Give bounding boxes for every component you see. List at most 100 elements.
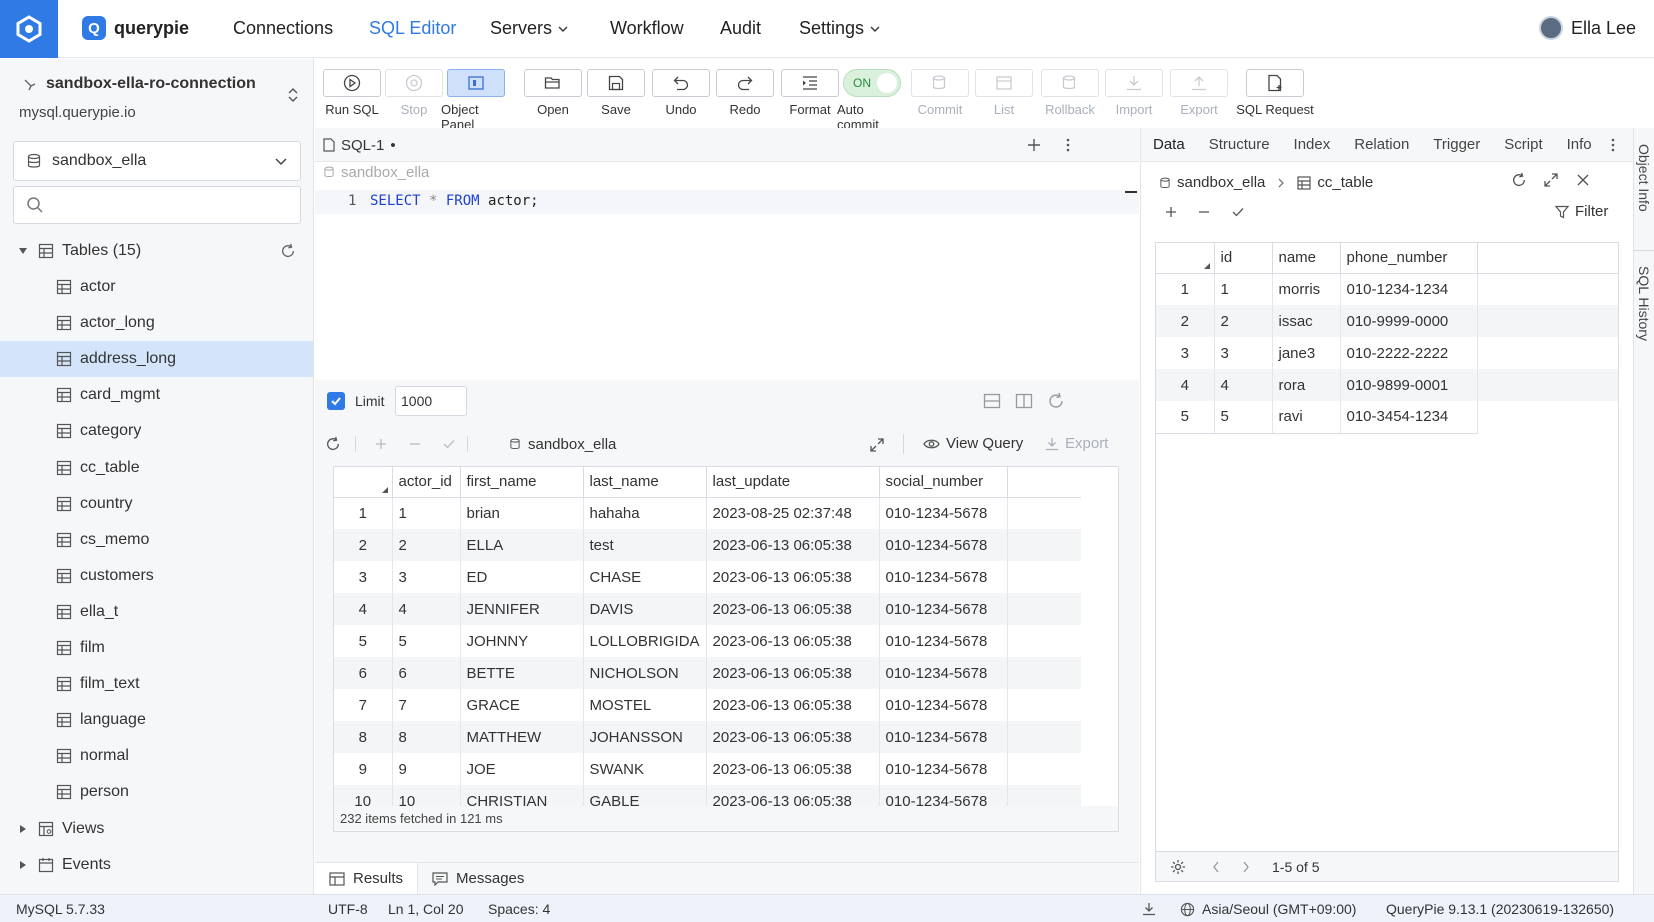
tab-script[interactable]: Script: [1492, 136, 1554, 153]
tree-table-card_mgmt[interactable]: card_mgmt: [0, 377, 313, 413]
tab-results[interactable]: Results: [315, 862, 419, 895]
table-row[interactable]: 9 9 JOE SWANK 2023-06-13 06:05:38 010-1234-56…: [334, 753, 1081, 785]
table-cell[interactable]: 2023-06-13 06:05:38: [706, 753, 880, 785]
table-cell[interactable]: ravi: [1272, 401, 1341, 434]
table-cell[interactable]: rora: [1272, 369, 1341, 401]
apply-icon[interactable]: [1232, 206, 1244, 218]
table-cell[interactable]: 5: [392, 625, 461, 657]
add-row-icon[interactable]: [375, 438, 387, 450]
chevron-left-icon[interactable]: [1212, 861, 1220, 873]
table-cell[interactable]: 6: [392, 657, 461, 689]
table-cell[interactable]: MOSTEL: [583, 689, 707, 721]
tab-index[interactable]: Index: [1282, 136, 1343, 153]
tree-table-film_text[interactable]: film_text: [0, 666, 313, 702]
table-cell[interactable]: 010-1234-5678: [879, 593, 1008, 625]
table-cell[interactable]: 010-9999-0000: [1340, 305, 1478, 337]
autocommit-toggle[interactable]: ON: [843, 69, 901, 97]
table-cell[interactable]: 2023-08-25 02:37:48: [706, 497, 880, 529]
table-row[interactable]: 2 2 issac 010-9999-0000: [1156, 305, 1618, 337]
table-search-input[interactable]: [13, 186, 301, 224]
nav-servers[interactable]: Servers: [490, 18, 568, 39]
tree-table-normal[interactable]: normal: [0, 738, 313, 774]
user-menu[interactable]: Ella Lee: [1538, 16, 1636, 40]
table-row[interactable]: 4 4 rora 010-9899-0001: [1156, 369, 1618, 401]
add-row-icon[interactable]: [1165, 206, 1177, 218]
table-cell[interactable]: 2023-06-13 06:05:38: [706, 721, 880, 753]
remove-row-icon[interactable]: [409, 438, 421, 450]
table-cell[interactable]: 2023-06-13 06:05:38: [706, 529, 880, 561]
tab-info[interactable]: Info: [1555, 136, 1604, 153]
table-cell[interactable]: 010-1234-5678: [879, 689, 1008, 721]
caret-right-icon[interactable]: [18, 860, 28, 870]
chevron-right-icon[interactable]: [1242, 861, 1250, 873]
tree-views-group[interactable]: Views: [0, 811, 313, 847]
table-cell[interactable]: morris: [1272, 273, 1341, 305]
table-cell[interactable]: JENNIFER: [460, 593, 584, 625]
table-cell[interactable]: issac: [1272, 305, 1341, 337]
table-cell[interactable]: 010-9899-0001: [1340, 369, 1478, 401]
table-cell[interactable]: 8: [392, 721, 461, 753]
column-header[interactable]: last_name: [583, 467, 707, 498]
export-button[interactable]: Export: [1045, 435, 1108, 452]
tree-events-group[interactable]: Events: [0, 847, 313, 883]
tab-structure[interactable]: Structure: [1197, 136, 1282, 153]
download-icon[interactable]: [1142, 902, 1156, 916]
table-cell[interactable]: CHASE: [583, 561, 707, 593]
list-button[interactable]: List: [969, 69, 1039, 117]
tree-table-ella_t[interactable]: ella_t: [0, 594, 313, 630]
tab-messages[interactable]: Messages: [418, 863, 538, 895]
table-cell[interactable]: JOHNNY: [460, 625, 584, 657]
connection-name[interactable]: sandbox-ella-ro-connection: [46, 75, 256, 93]
refresh-icon[interactable]: [1511, 172, 1527, 188]
tab-relation[interactable]: Relation: [1342, 136, 1421, 153]
tree-table-cc_table[interactable]: cc_table: [0, 450, 313, 486]
row-number-header[interactable]: [1156, 243, 1215, 274]
tree-table-customers[interactable]: customers: [0, 558, 313, 594]
undo-button[interactable]: Undo: [646, 69, 716, 117]
column-header[interactable]: last_update: [706, 467, 880, 498]
table-cell[interactable]: 2023-06-13 06:05:38: [706, 561, 880, 593]
table-cell[interactable]: 010-1234-5678: [879, 561, 1008, 593]
view-query-button[interactable]: View Query: [923, 435, 1023, 452]
caret-right-icon[interactable]: [18, 824, 28, 834]
limit-input[interactable]: 1000: [395, 386, 467, 416]
table-cell[interactable]: 1: [1214, 273, 1273, 305]
table-cell[interactable]: 9: [392, 753, 461, 785]
table-cell[interactable]: 010-1234-1234: [1340, 273, 1478, 305]
row-number-header[interactable]: [334, 467, 393, 498]
open-button[interactable]: Open: [518, 69, 588, 117]
more-icon[interactable]: [1608, 138, 1618, 152]
breadcrumb-table[interactable]: cc_table: [1317, 174, 1373, 191]
table-cell[interactable]: 2023-06-13 06:05:38: [706, 593, 880, 625]
encoding[interactable]: UTF-8: [328, 901, 368, 917]
table-row[interactable]: 8 8 MATTHEW JOHANSSON 2023-06-13 06:05:38 010…: [334, 721, 1082, 753]
tree-table-language[interactable]: language: [0, 702, 313, 738]
export-button[interactable]: Export: [1164, 69, 1234, 117]
import-button[interactable]: Import: [1099, 69, 1169, 117]
app-logo-icon[interactable]: [0, 0, 58, 58]
add-tab-icon[interactable]: [1027, 138, 1041, 152]
cursor-position[interactable]: Ln 1, Col 20: [388, 901, 464, 917]
apply-icon[interactable]: [443, 438, 455, 450]
table-cell[interactable]: 2023-06-13 06:05:38: [706, 689, 880, 721]
table-cell[interactable]: 4: [392, 593, 461, 625]
save-button[interactable]: Save: [581, 69, 651, 117]
table-row[interactable]: 5 5 ravi 010-3454-1234: [1156, 401, 1618, 434]
table-cell[interactable]: 2023-06-13 06:05:38: [706, 625, 880, 657]
table-cell[interactable]: SWANK: [583, 753, 707, 785]
table-cell[interactable]: LOLLOBRIGIDA: [583, 625, 707, 657]
tree-tables-group[interactable]: Tables (15): [0, 233, 313, 269]
refresh-icon[interactable]: [280, 243, 296, 259]
table-cell[interactable]: DAVIS: [583, 593, 707, 625]
caret-down-icon[interactable]: [18, 246, 28, 256]
nav-sql-editor[interactable]: SQL Editor: [369, 18, 456, 39]
table-cell[interactable]: hahaha: [583, 497, 707, 529]
gear-icon[interactable]: [1170, 859, 1186, 875]
table-cell[interactable]: 010-1234-5678: [879, 657, 1008, 689]
table-cell[interactable]: 010-3454-1234: [1340, 401, 1478, 434]
table-row[interactable]: 2 2 ELLA test 2023-06-13 06:05:38 010-1234-56…: [334, 529, 1082, 561]
tab-sql-history[interactable]: SQL History: [1636, 266, 1652, 341]
refresh-icon[interactable]: [1047, 392, 1065, 410]
tree-table-country[interactable]: country: [0, 486, 313, 522]
table-cell[interactable]: jane3: [1272, 337, 1341, 369]
